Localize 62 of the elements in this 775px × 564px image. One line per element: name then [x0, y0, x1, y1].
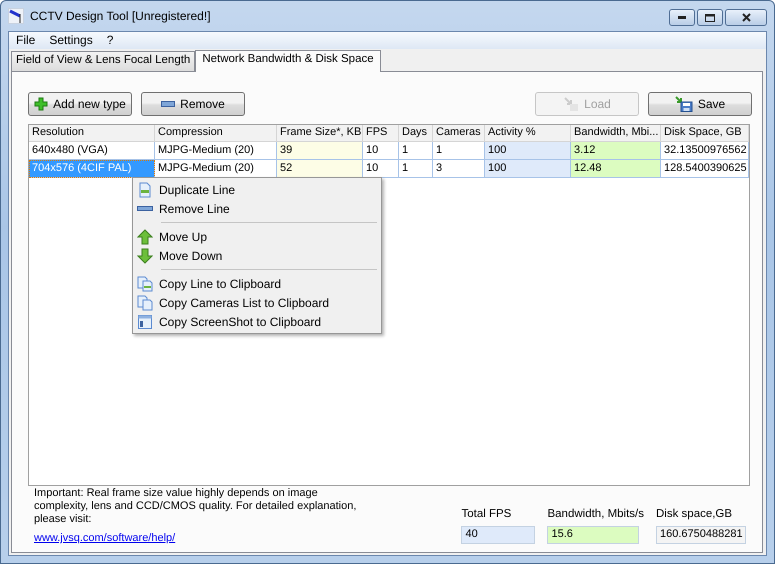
- total-label: Bandwidth, Mbits/s: [547, 508, 644, 520]
- close-icon: [742, 13, 750, 22]
- app-icon: [8, 8, 24, 24]
- menu-item[interactable]: File: [9, 32, 42, 49]
- menu-item[interactable]: Settings: [42, 32, 100, 49]
- menu-item[interactable]: Duplicate Line: [135, 180, 379, 199]
- column-header[interactable]: Days: [399, 125, 433, 142]
- table-cell[interactable]: 1: [399, 142, 433, 160]
- total-field[interactable]: 15.6: [547, 526, 640, 544]
- copy-icon: [137, 294, 153, 310]
- table-cell[interactable]: 3.12: [571, 142, 661, 160]
- column-header[interactable]: FPS: [363, 125, 399, 142]
- table-cell[interactable]: 10: [363, 142, 399, 160]
- close-button[interactable]: [725, 9, 767, 26]
- menu-item[interactable]: Copy ScreenShot to Clipboard: [135, 312, 379, 331]
- document-icon: [137, 182, 153, 198]
- total-label: Total FPS: [461, 508, 512, 520]
- table-cell[interactable]: 100: [485, 142, 571, 160]
- menu-item[interactable]: Move Down: [135, 246, 379, 265]
- column-header[interactable]: Resolution: [29, 125, 155, 142]
- column-header[interactable]: Frame Size*, KB: [277, 125, 363, 142]
- load-icon: [563, 96, 580, 112]
- table-cell[interactable]: 100: [485, 160, 571, 178]
- table-cell[interactable]: 128.5400390625: [661, 160, 749, 178]
- down-arrow-icon: [137, 248, 153, 264]
- column-header[interactable]: Disk Space, GB: [661, 125, 749, 142]
- table-cell[interactable]: 12.48: [571, 160, 661, 178]
- plus-icon: [34, 97, 48, 111]
- remove-button[interactable]: Remove: [141, 92, 245, 116]
- table-cell[interactable]: 32.13500976562: [661, 142, 749, 160]
- add-button[interactable]: Add new type: [28, 92, 132, 116]
- column-header[interactable]: Cameras: [433, 125, 485, 142]
- tab[interactable]: Field of View & Lens Focal Length: [11, 51, 196, 71]
- column-header[interactable]: Activity %: [485, 125, 571, 142]
- screenshot-icon: [137, 314, 153, 330]
- save-icon: [674, 96, 693, 112]
- save-button[interactable]: Save: [648, 92, 752, 116]
- menu-item[interactable]: Copy Cameras List to Clipboard: [135, 293, 379, 312]
- menu-item[interactable]: Remove Line: [135, 199, 379, 218]
- help-link[interactable]: www.jvsq.com/software/help/: [34, 532, 176, 544]
- maximize-button[interactable]: [697, 9, 723, 26]
- table-cell[interactable]: 39: [277, 142, 363, 160]
- total-field[interactable]: 160.6750488281: [656, 526, 746, 544]
- window-title: CCTV Design Tool [Unregistered!]: [30, 9, 211, 23]
- minus-icon: [161, 101, 176, 107]
- menu-item[interactable]: Move Up: [135, 227, 379, 246]
- column-header[interactable]: Compression: [155, 125, 277, 142]
- column-header[interactable]: Bandwidth, Mbi...: [571, 125, 661, 142]
- minimize-icon: [678, 16, 686, 19]
- menu-item[interactable]: Copy Line to Clipboard: [135, 274, 379, 293]
- minimize-button[interactable]: [669, 9, 695, 26]
- tab[interactable]: Network Bandwidth & Disk Space: [195, 50, 381, 72]
- minus-icon: [137, 206, 153, 211]
- total-field[interactable]: 40: [461, 526, 536, 544]
- note-text: Important: Real frame size value highly depends on image complexity, lens and CCD/CMOS quality. For detailed explanation, please visit:: [34, 487, 358, 526]
- table-cell[interactable]: 1: [399, 160, 433, 178]
- total-label: Disk space,GB: [656, 508, 734, 520]
- menu-item[interactable]: ?: [100, 32, 120, 49]
- up-arrow-icon: [137, 228, 153, 244]
- table-cell[interactable]: 52: [277, 160, 363, 178]
- maximize-icon: [705, 14, 715, 22]
- copy-icon: [137, 276, 153, 292]
